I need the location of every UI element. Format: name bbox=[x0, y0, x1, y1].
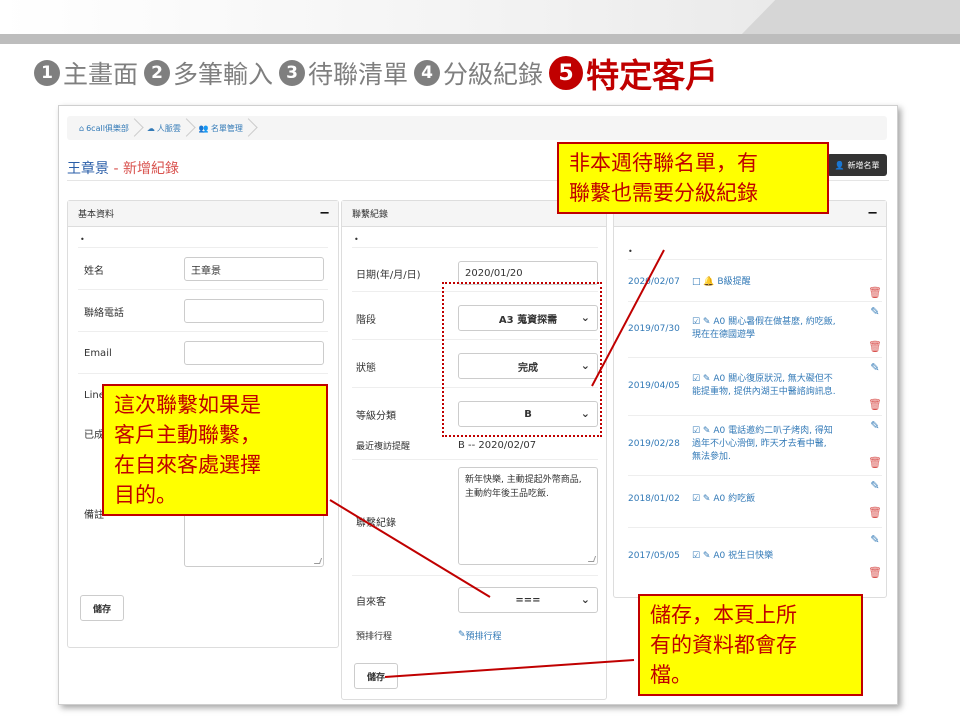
step-3: 3 待聯清單 bbox=[279, 55, 408, 91]
history-row[interactable]: 2019/02/28 ☑ ✎ A0 電話邀約二叭子烤肉, 得知過年不小心滑倒, … bbox=[628, 419, 882, 469]
pencil-icon[interactable]: ✎ bbox=[870, 361, 879, 374]
basic-info-panel-header: 基本資料 − bbox=[68, 201, 338, 227]
phone-label: 聯絡電話 bbox=[84, 307, 124, 319]
trash-icon[interactable]: 🗑 bbox=[868, 286, 882, 299]
status-label: 狀態 bbox=[356, 362, 376, 374]
user-icon: 👤 bbox=[834, 160, 845, 170]
note-label: 備註 bbox=[84, 509, 104, 521]
users-icon: 👥 bbox=[198, 123, 209, 133]
divider bbox=[78, 373, 328, 374]
source-label: 自來客 bbox=[356, 596, 386, 608]
home-icon: ⌂ bbox=[79, 123, 85, 133]
breadcrumb-home[interactable]: ⌂ 6call俱樂部 bbox=[71, 116, 139, 140]
divider bbox=[78, 331, 328, 332]
resize-handle[interactable] bbox=[313, 558, 323, 564]
trash-icon[interactable]: 🗑 bbox=[868, 506, 882, 519]
history-row[interactable]: 2017/05/05 ☑ ✎ A0 祝生日快樂 ✎ 🗑 bbox=[628, 533, 882, 579]
slide-title: 1 主畫面 2 多筆輸入 3 待聯清單 4 分級紀錄 5 特定客戶 bbox=[34, 50, 724, 96]
breadcrumb-list[interactable]: 👥 名單管理 bbox=[191, 116, 253, 140]
chevron-down-icon: ⌄ bbox=[580, 593, 590, 606]
step-5-active: 5 特定客戶 bbox=[549, 49, 718, 97]
step-4: 4 分級紀錄 bbox=[414, 55, 543, 91]
callout-left: 這次聯繫如果是 客戶主動聯繫， 在自來客處選擇 目的。 bbox=[102, 384, 328, 516]
collapse-button[interactable]: − bbox=[319, 206, 330, 221]
divider bbox=[78, 289, 328, 290]
divider bbox=[352, 459, 598, 460]
slide-header-stripe bbox=[0, 34, 960, 44]
trash-icon[interactable]: 🗑 bbox=[868, 398, 882, 411]
history-row[interactable]: 2019/04/05 ☑ ✎ A0 關心復原狀況, 無大礙但不能提重物, 提供內… bbox=[628, 361, 882, 411]
highlight-box bbox=[442, 282, 602, 437]
breadcrumb-network[interactable]: ☁ 人脈雲 bbox=[139, 116, 191, 140]
email-label: Email bbox=[84, 347, 112, 359]
basic-save-button[interactable]: 儲存 bbox=[80, 595, 124, 621]
history-row[interactable]: 2018/01/02 ☑ ✎ A0 約吃飯 ✎ 🗑 bbox=[628, 479, 882, 519]
edit-icon: ✎ bbox=[458, 630, 466, 640]
collapse-button[interactable]: − bbox=[867, 206, 878, 221]
name-input[interactable]: 王章景 bbox=[184, 257, 324, 281]
stage-label: 階段 bbox=[356, 314, 376, 326]
reminder-label: 最近複訪提醒 bbox=[356, 441, 411, 452]
email-input[interactable] bbox=[184, 341, 324, 365]
divider bbox=[628, 357, 882, 358]
pencil-icon[interactable]: ✎ bbox=[870, 533, 879, 546]
history-row[interactable]: 2019/07/30 ☑ ✎ A0 關心暑假在做甚麼, 約吃飯, 現在在德國遊學… bbox=[628, 305, 882, 353]
slide-header-corner bbox=[740, 0, 960, 36]
trash-icon[interactable]: 🗑 bbox=[868, 456, 882, 469]
resize-handle[interactable] bbox=[587, 556, 597, 562]
page-title: 王章景 - 新增紀錄 bbox=[67, 161, 179, 177]
divider bbox=[628, 259, 882, 260]
contact-record-panel: 聯繫紀錄 • 日期(年/月/日) 2020/01/20 階段 A3 蒐資探需 ⌄ … bbox=[341, 200, 607, 700]
pencil-icon[interactable]: ✎ bbox=[870, 419, 879, 432]
bullet: • bbox=[354, 235, 359, 244]
history-row[interactable]: 2020/02/07 □ 🔔 B級提醒 🗑 bbox=[628, 265, 882, 300]
pencil-icon[interactable]: ✎ bbox=[870, 479, 879, 492]
reminder-value: B -- 2020/02/07 bbox=[458, 439, 537, 451]
divider bbox=[628, 475, 882, 476]
divider bbox=[628, 527, 882, 528]
grade-label: 等級分類 bbox=[356, 410, 396, 422]
callout-top: 非本週待聯名單，有 聯繫也需要分級紀錄 bbox=[557, 142, 829, 214]
trash-icon[interactable]: 🗑 bbox=[868, 340, 882, 353]
cloud-icon: ☁ bbox=[146, 123, 155, 133]
date-label: 日期(年/月/日) bbox=[356, 269, 421, 281]
divider bbox=[78, 247, 328, 248]
joined-label: 已成 bbox=[84, 429, 104, 441]
divider bbox=[628, 301, 882, 302]
divider bbox=[352, 575, 598, 576]
callout-bottom: 儲存，本頁上所 有的資料都會存 檔。 bbox=[638, 594, 863, 696]
step-1: 1 主畫面 bbox=[34, 55, 138, 91]
bullet: • bbox=[628, 247, 633, 256]
trash-icon[interactable]: 🗑 bbox=[868, 566, 882, 579]
history-panel: − • 2020/02/07 □ 🔔 B級提醒 🗑 2019/07/30 ☑ ✎… bbox=[613, 200, 887, 598]
new-list-button[interactable]: 👤 新增名單 bbox=[827, 154, 887, 176]
record-textarea[interactable]: 新年快樂, 主動提起外幣商品, 主動約年後王品吃飯. bbox=[458, 467, 598, 565]
bullet: • bbox=[80, 235, 85, 244]
record-label: 聯繫紀錄 bbox=[356, 517, 396, 529]
step-2: 2 多筆輸入 bbox=[144, 55, 273, 91]
divider bbox=[352, 247, 598, 248]
source-select[interactable]: === ⌄ bbox=[458, 587, 598, 613]
name-label: 姓名 bbox=[84, 265, 104, 277]
breadcrumb: ⌂ 6call俱樂部 ☁ 人脈雲 👥 名單管理 bbox=[67, 116, 887, 140]
divider bbox=[628, 415, 882, 416]
phone-input[interactable] bbox=[184, 299, 324, 323]
schedule-label: 預排行程 bbox=[356, 631, 393, 642]
pencil-icon[interactable]: ✎ bbox=[870, 305, 879, 318]
schedule-link[interactable]: ✎ 預排行程 bbox=[458, 625, 502, 645]
contact-save-button[interactable]: 儲存 bbox=[354, 663, 398, 689]
